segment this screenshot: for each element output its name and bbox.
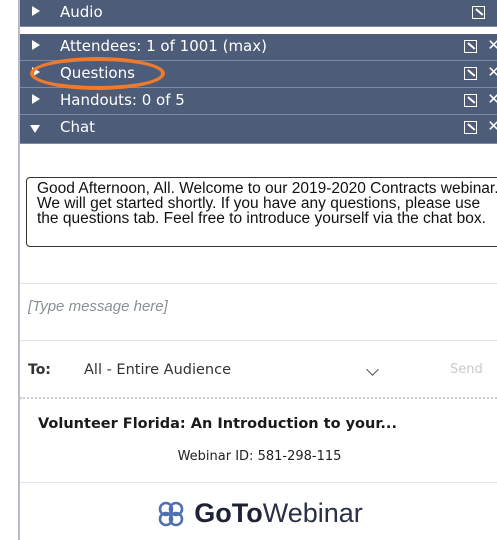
chat-welcome-message: Good Afternoon, All. Welcome to our 2019… — [26, 177, 497, 247]
popout-icon[interactable] — [464, 67, 477, 80]
triangle-right-icon — [32, 67, 40, 77]
panel-attendees-label: Attendees: 1 of 1001 (max) — [60, 37, 267, 55]
gotowebinar-logo-icon — [158, 501, 184, 527]
to-label: To: — [28, 362, 51, 378]
panel-handouts-label: Handouts: 0 of 5 — [60, 91, 185, 109]
triangle-right-icon — [32, 94, 40, 104]
webinar-id: Webinar ID: 581-298-115 — [177, 449, 342, 464]
chevron-down-icon — [366, 363, 379, 376]
triangle-down-icon — [30, 125, 40, 133]
panel-audio-header[interactable]: Audio — [20, 0, 497, 27]
chat-input-placeholder: [Type message here] — [28, 298, 168, 315]
popout-icon[interactable] — [464, 40, 477, 53]
triangle-right-icon — [32, 40, 40, 50]
chat-message-input[interactable]: [Type message here] — [20, 283, 497, 341]
triangle-right-icon — [32, 6, 40, 16]
chat-recipient-row: To: All - Entire Audience Send — [20, 352, 497, 392]
close-icon[interactable]: ✕ — [487, 36, 497, 54]
logo-goto-text: GoTo — [194, 498, 263, 528]
panel-handouts-header[interactable]: Handouts: 0 of 5 ✕ — [20, 88, 497, 115]
webinar-info-footer: Volunteer Florida: An Introduction to yo… — [20, 402, 497, 540]
panel-attendees-header[interactable]: Attendees: 1 of 1001 (max) ✕ — [20, 34, 497, 61]
panel-audio-label: Audio — [60, 3, 103, 21]
panel-questions-header[interactable]: Questions ✕ — [20, 61, 497, 88]
recipient-select[interactable]: All - Entire Audience — [68, 356, 400, 386]
send-button[interactable]: Send — [450, 362, 483, 377]
popout-icon[interactable] — [464, 94, 477, 107]
webinar-title: Volunteer Florida: An Introduction to yo… — [38, 416, 397, 432]
panel-chat-header[interactable]: Chat ✕ — [20, 115, 497, 144]
recipient-select-value: All - Entire Audience — [84, 362, 232, 378]
gotowebinar-logo: GoToWebinar — [20, 498, 497, 529]
close-icon[interactable]: ✕ — [487, 63, 497, 81]
close-icon[interactable]: ✕ — [487, 117, 497, 135]
panel-chat-label: Chat — [60, 118, 96, 136]
gotowebinar-control-panel: Audio Attendees: 1 of 1001 (max) ✕ Quest… — [18, 0, 497, 540]
popout-icon[interactable] — [472, 6, 485, 19]
close-icon[interactable]: ✕ — [487, 90, 497, 108]
panel-questions-label: Questions — [60, 64, 135, 82]
popout-icon[interactable] — [464, 121, 477, 134]
logo-webinar-text: Webinar — [262, 498, 363, 528]
footer-divider — [20, 482, 497, 483]
